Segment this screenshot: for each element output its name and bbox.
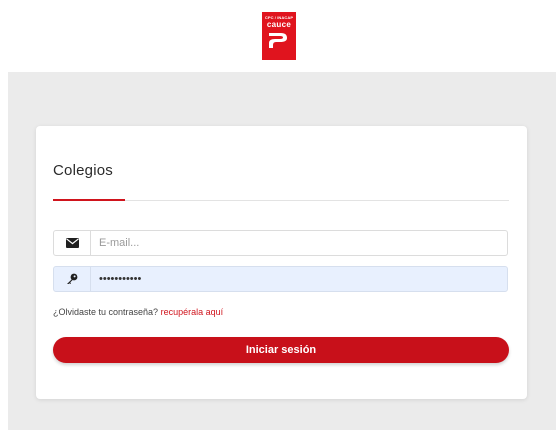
header: CPC / INACAP cauce xyxy=(0,0,556,72)
forgot-password: ¿Olvidaste tu contraseña? recupérala aqu… xyxy=(53,307,223,317)
logo-road-icon xyxy=(269,33,287,48)
email-input[interactable] xyxy=(91,231,507,255)
password-input[interactable] xyxy=(91,267,507,291)
envelope-icon xyxy=(54,231,90,255)
login-card: Colegios ¿Olvidaste tu contraseña? recup… xyxy=(36,126,527,399)
password-field xyxy=(53,266,508,292)
recover-password-link[interactable]: recupérala aquí xyxy=(161,307,224,317)
title-divider-accent xyxy=(53,199,125,201)
login-button[interactable]: Iniciar sesión xyxy=(53,337,509,363)
forgot-password-text: ¿Olvidaste tu contraseña? xyxy=(53,307,159,317)
card-title: Colegios xyxy=(53,162,113,179)
email-field xyxy=(53,230,508,256)
logo-wordmark: cauce xyxy=(266,20,292,29)
key-icon xyxy=(54,267,90,291)
cauce-logo[interactable]: CPC / INACAP cauce xyxy=(262,12,296,60)
